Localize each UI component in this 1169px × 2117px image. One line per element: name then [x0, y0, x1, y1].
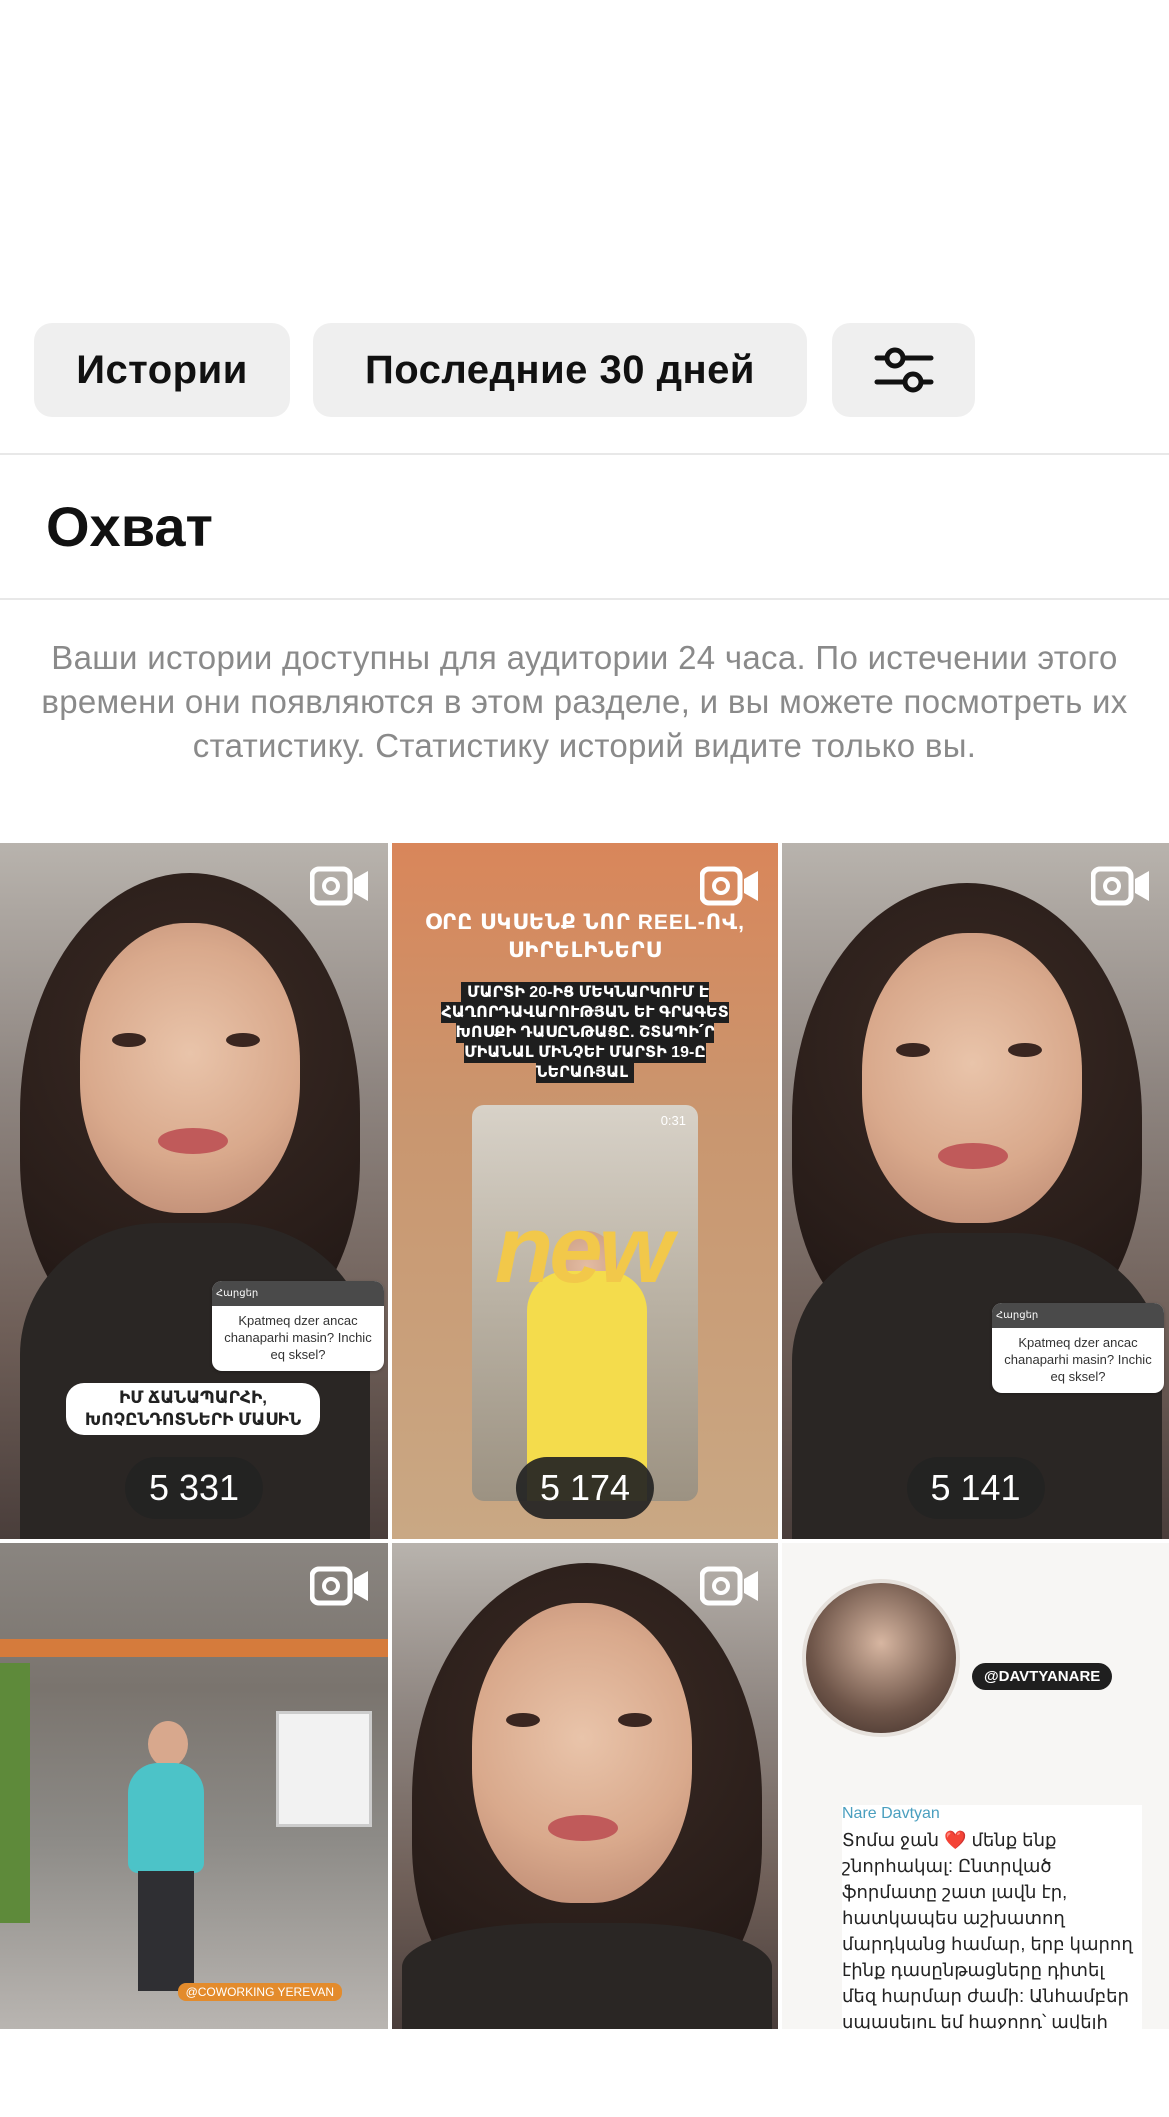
story-tile[interactable]: @COWORKING YEREVAN	[0, 1543, 388, 2029]
reach-count: 5 331	[124, 1457, 264, 1519]
question-text: Kpatmeq dzer ancac chanaparhi masin? Inc…	[1004, 1335, 1152, 1384]
story-photo-detail	[1008, 1043, 1042, 1057]
story-photo-detail	[896, 1043, 930, 1057]
content-type-label: Истории	[76, 347, 248, 392]
avatar	[802, 1579, 960, 1737]
review-card: Nare Davtyan Տոմա ջան ❤️ մենք ենք շնորհա…	[842, 1805, 1142, 2029]
filter-bar: Истории Последние 30 дней	[0, 323, 1169, 419]
story-tile[interactable]: Հարցեր Kpatmeq dzer ancac chanaparhi mas…	[782, 843, 1169, 1539]
story-photo-detail	[138, 1871, 194, 1991]
reel-preview: 0:31 new	[472, 1105, 698, 1501]
divider	[0, 598, 1169, 600]
stories-grid: Հարցեր Kpatmeq dzer ancac chanaparhi mas…	[0, 843, 1169, 2029]
story-handle: @DAVTYANARE	[972, 1663, 1113, 1690]
story-photo-detail	[0, 1639, 388, 1657]
story-photo-detail	[128, 1763, 204, 1873]
whiteboard	[276, 1711, 372, 1827]
video-camera-icon	[700, 1566, 758, 1606]
reel-timer: 0:31	[660, 1113, 686, 1128]
video-camera-icon	[1091, 866, 1149, 906]
question-text: Kpatmeq dzer ancac chanaparhi masin? Inc…	[224, 1313, 372, 1362]
review-text: Տոմա ջան ❤️ մենք ենք շնորհակալ: Ընտրված …	[842, 1830, 1133, 2029]
story-photo-detail	[158, 1128, 228, 1154]
info-note: Ваши истории доступны для аудитории 24 ч…	[41, 639, 1128, 764]
story-photo-face	[80, 923, 300, 1213]
section-title: Охват	[46, 495, 213, 558]
period-filter[interactable]: Последние 30 дней	[313, 323, 807, 417]
question-sticker: Հարցեր Kpatmeq dzer ancac chanaparhi mas…	[992, 1303, 1164, 1393]
period-label: Последние 30 дней	[364, 347, 756, 392]
story-tile[interactable]: ՕՐԸ ՍԿՍԵՆՔ ՆՈՐ REEL-ՈՎ, ՍԻՐԵԼԻՆԵՐՍ ՄԱՐՏԻ…	[392, 843, 778, 1539]
location-tag: @COWORKING YEREVAN	[177, 1983, 342, 2001]
story-photo-face	[862, 933, 1082, 1223]
story-photo-face	[472, 1603, 692, 1903]
story-photo-detail	[226, 1033, 260, 1047]
sliders-icon	[874, 347, 933, 393]
review-author: Nare Davtyan	[842, 1805, 940, 1822]
story-photo-detail	[506, 1713, 540, 1727]
story-tile[interactable]: Հարցեր Kpatmeq dzer ancac chanaparhi mas…	[0, 843, 388, 1539]
story-title: ՕՐԸ ՍԿՍԵՆՔ ՆՈՐ REEL-ՈՎ, ՍԻՐԵԼԻՆԵՐՍ	[425, 911, 745, 962]
story-subtitle-text: ՄԱՐՏԻ 20-ԻՑ ՄԵԿՆԱՐԿՈՒՄ Է ՀԱՂՈՐԴԱՎԱՐՈՒԹՅԱ…	[441, 982, 729, 1083]
story-subtitle: ՄԱՐՏԻ 20-ԻՑ ՄԵԿՆԱՐԿՈՒՄ Է ՀԱՂՈՐԴԱՎԱՐՈՒԹՅԱ…	[422, 982, 748, 1083]
story-photo-detail	[938, 1143, 1008, 1169]
video-camera-icon	[310, 866, 368, 906]
story-photo-detail	[112, 1033, 146, 1047]
story-caption: ԻՄ ՃԱՆԱՊԱՐՀԻ, ԽՈՉԸՆԴՈՏՆԵՐԻ ՄԱՍԻՆ	[66, 1383, 320, 1435]
reach-count: 5 174	[515, 1457, 655, 1519]
content-type-filter[interactable]: Истории	[34, 323, 290, 417]
reach-count: 5 141	[906, 1457, 1045, 1519]
new-sticker: new	[494, 1196, 674, 1303]
video-camera-icon	[700, 866, 758, 906]
filter-settings-button[interactable]	[832, 323, 975, 417]
story-photo-detail	[548, 1815, 618, 1841]
video-camera-icon	[310, 1566, 368, 1606]
divider	[0, 453, 1169, 455]
story-photo-detail	[402, 1923, 772, 2029]
story-photo-detail	[618, 1713, 652, 1727]
story-tile[interactable]: @DAVTYANARE Nare Davtyan Տոմա ջան ❤️ մեն…	[782, 1543, 1169, 2029]
question-sticker: Հարցեր Kpatmeq dzer ancac chanaparhi mas…	[212, 1281, 384, 1371]
story-photo-detail	[148, 1721, 188, 1767]
story-tile[interactable]	[392, 1543, 778, 2029]
story-photo-detail	[0, 1663, 30, 1923]
